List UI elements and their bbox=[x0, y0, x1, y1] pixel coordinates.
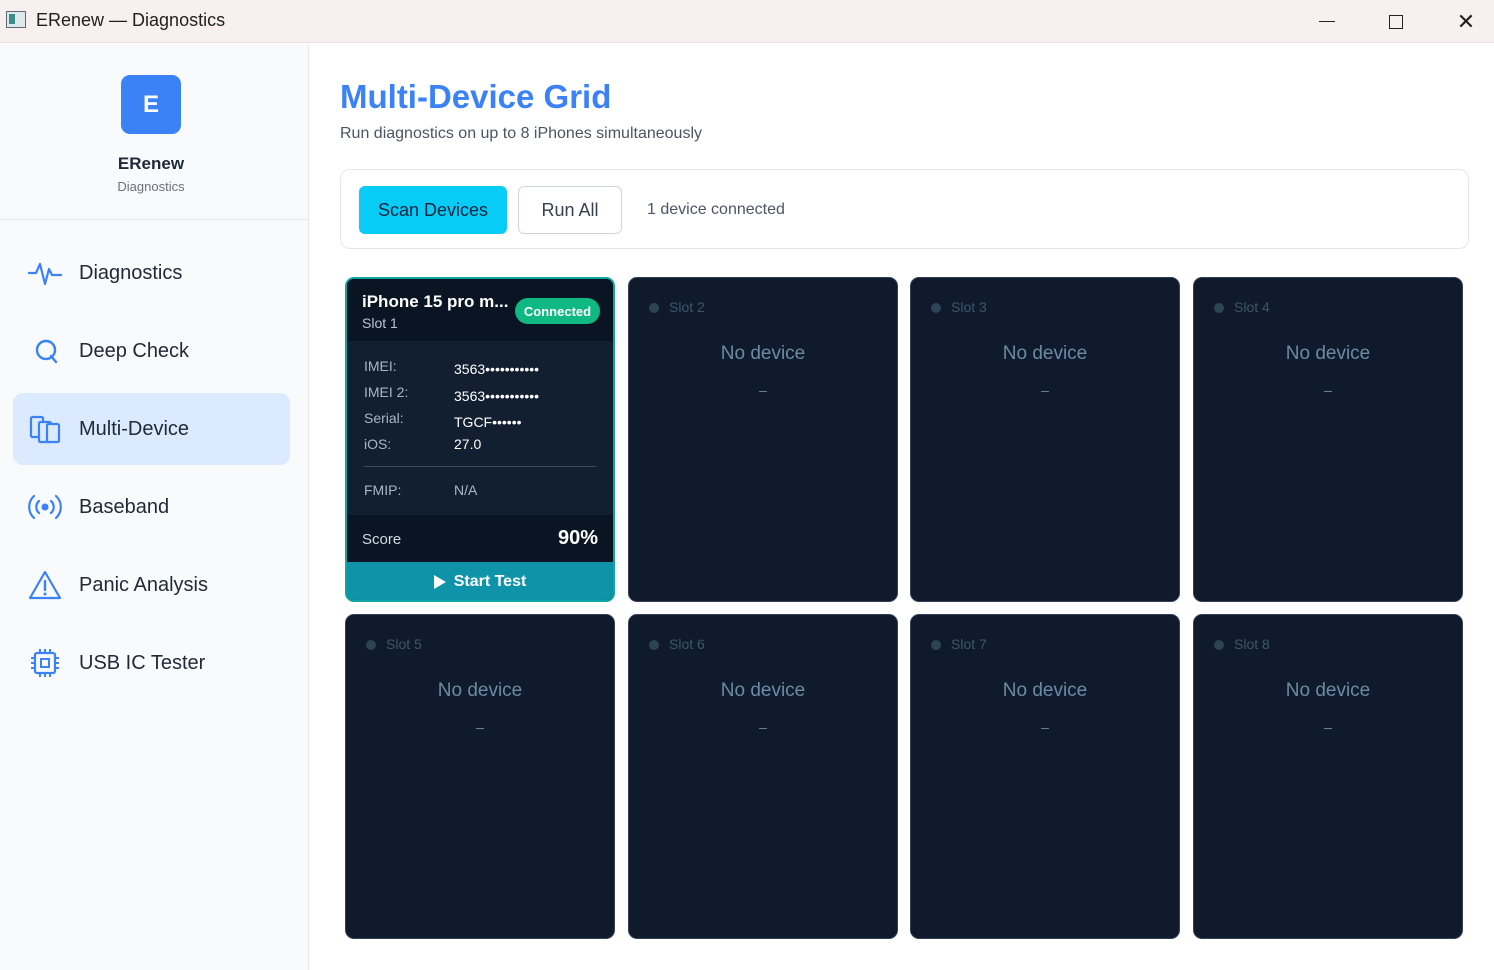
sidebar-item-label: Panic Analysis bbox=[79, 573, 208, 596]
page-title: Multi-Device Grid bbox=[340, 78, 612, 115]
fmip-value: N/A bbox=[454, 482, 478, 498]
empty-message: No device bbox=[720, 680, 806, 701]
close-icon: ✕ bbox=[1456, 8, 1476, 34]
sidebar-item-label: Deep Check bbox=[79, 339, 190, 362]
empty-message: No device bbox=[1002, 343, 1088, 364]
info-divider bbox=[364, 466, 596, 467]
sidebar-item-panic-analysis[interactable]: Panic Analysis bbox=[13, 549, 290, 621]
status-dot bbox=[931, 303, 941, 313]
status-dot bbox=[649, 303, 659, 313]
sidebar-item-diagnostics[interactable]: Diagnostics bbox=[13, 237, 290, 309]
toolbar: Scan Devices Run All 1 device connected bbox=[340, 169, 1469, 249]
maximize-icon bbox=[1389, 14, 1403, 29]
close-button[interactable]: ✕ bbox=[1431, 0, 1494, 43]
slot-label: Slot 4 bbox=[1234, 299, 1270, 315]
search-q-icon bbox=[35, 339, 58, 364]
device-card-slot-7[interactable]: Slot 7 No device – bbox=[910, 614, 1180, 939]
window-title: ERenew — Diagnostics bbox=[36, 10, 226, 30]
empty-message: No device bbox=[720, 343, 806, 364]
sidebar-item-label: USB IC Tester bbox=[79, 651, 206, 674]
run-all-button[interactable]: Run All bbox=[518, 186, 622, 234]
empty-detail: – bbox=[1041, 382, 1049, 398]
empty-detail: – bbox=[1041, 719, 1049, 735]
ios-value: 27.0 bbox=[454, 436, 482, 452]
imei2-label: IMEI 2: bbox=[364, 384, 409, 400]
empty-detail: – bbox=[759, 719, 767, 735]
score-row: Score 90% bbox=[347, 515, 613, 562]
device-name: iPhone 15 pro m... bbox=[362, 292, 509, 311]
sidebar-item-multi-device[interactable]: Multi-Device bbox=[13, 393, 290, 465]
scan-devices-button[interactable]: Scan Devices bbox=[359, 186, 507, 234]
sidebar-item-usb-ic-tester[interactable]: USB IC Tester bbox=[13, 627, 290, 699]
devices-icon bbox=[29, 415, 61, 444]
empty-detail: – bbox=[476, 719, 484, 735]
title-bar: ERenew — Diagnostics ✕ bbox=[0, 0, 1494, 43]
slot-label: Slot 7 bbox=[951, 636, 987, 652]
status-dot bbox=[1214, 640, 1224, 650]
ios-label: iOS: bbox=[364, 436, 392, 452]
minimize-button[interactable] bbox=[1292, 0, 1362, 43]
page-subtitle: Run diagnostics on up to 8 iPhones simul… bbox=[340, 125, 702, 142]
brand-name: ERenew bbox=[117, 154, 185, 173]
device-card-slot-3[interactable]: Slot 3 No device – bbox=[910, 277, 1180, 602]
empty-message: No device bbox=[1002, 680, 1088, 701]
slot-label: Slot 6 bbox=[669, 636, 705, 652]
device-card-header: iPhone 15 pro m... Slot 1 Connected bbox=[347, 279, 613, 341]
device-card-slot-4[interactable]: Slot 4 No device – bbox=[1193, 277, 1463, 602]
chip-icon bbox=[31, 649, 59, 677]
fmip-label: FMIP: bbox=[364, 482, 402, 498]
empty-detail: – bbox=[1324, 719, 1332, 735]
start-test-label: Start Test bbox=[453, 573, 527, 590]
serial-value: TGCF•••••• bbox=[454, 414, 522, 430]
slot-label: Slot 2 bbox=[669, 299, 705, 315]
sidebar-item-label: Diagnostics bbox=[79, 261, 183, 284]
status-dot bbox=[366, 640, 376, 650]
sidebar-item-label: Multi-Device bbox=[79, 417, 190, 440]
start-test-button[interactable]: Start Test bbox=[347, 562, 613, 600]
empty-detail: – bbox=[759, 382, 767, 398]
device-card-slot-5[interactable]: Slot 5 No device – bbox=[345, 614, 615, 939]
empty-message: No device bbox=[437, 680, 523, 701]
empty-message: No device bbox=[1285, 343, 1371, 364]
device-card-slot-6[interactable]: Slot 6 No device – bbox=[628, 614, 898, 939]
maximize-button[interactable] bbox=[1361, 0, 1431, 43]
signal-icon bbox=[28, 494, 62, 520]
score-value: 90% bbox=[557, 527, 598, 549]
imei-value: 3563••••••••••• bbox=[454, 361, 540, 377]
slot-label: Slot 8 bbox=[1234, 636, 1270, 652]
sidebar-item-baseband[interactable]: Baseband bbox=[13, 471, 290, 543]
brand-subtitle: Diagnostics bbox=[117, 179, 185, 194]
status-dot bbox=[931, 640, 941, 650]
serial-label: Serial: bbox=[364, 410, 404, 426]
app-icon bbox=[6, 11, 26, 28]
device-card-slot-2[interactable]: Slot 2 No device – bbox=[628, 277, 898, 602]
imei-label: IMEI: bbox=[364, 358, 397, 374]
slot-label: Slot 5 bbox=[386, 636, 422, 652]
score-label: Score bbox=[362, 531, 402, 548]
sidebar-divider bbox=[0, 219, 309, 220]
device-slot: Slot 1 bbox=[362, 315, 398, 331]
play-icon bbox=[433, 575, 446, 589]
warning-icon bbox=[28, 570, 62, 600]
empty-detail: – bbox=[1324, 382, 1332, 398]
sidebar-item-deep-check[interactable]: Deep Check bbox=[13, 315, 290, 387]
connection-status: 1 device connected bbox=[647, 201, 785, 218]
status-dot bbox=[1214, 303, 1224, 313]
device-card-slot-1[interactable]: iPhone 15 pro m... Slot 1 Connected IMEI… bbox=[345, 277, 615, 602]
device-card-slot-8[interactable]: Slot 8 No device – bbox=[1193, 614, 1463, 939]
slot-label: Slot 3 bbox=[951, 299, 987, 315]
empty-message: No device bbox=[1285, 680, 1371, 701]
status-badge: Connected bbox=[515, 298, 600, 324]
device-info: IMEI: 3563••••••••••• IMEI 2: 3563••••••… bbox=[347, 341, 613, 515]
minimize-icon bbox=[1319, 20, 1335, 23]
status-dot bbox=[649, 640, 659, 650]
brand-logo: E bbox=[121, 75, 181, 134]
sidebar-item-label: Baseband bbox=[79, 495, 170, 518]
imei2-value: 3563••••••••••• bbox=[454, 388, 540, 404]
pulse-icon bbox=[28, 262, 62, 286]
sidebar: E ERenew Diagnostics Diagnostics Deep Ch… bbox=[0, 44, 309, 970]
